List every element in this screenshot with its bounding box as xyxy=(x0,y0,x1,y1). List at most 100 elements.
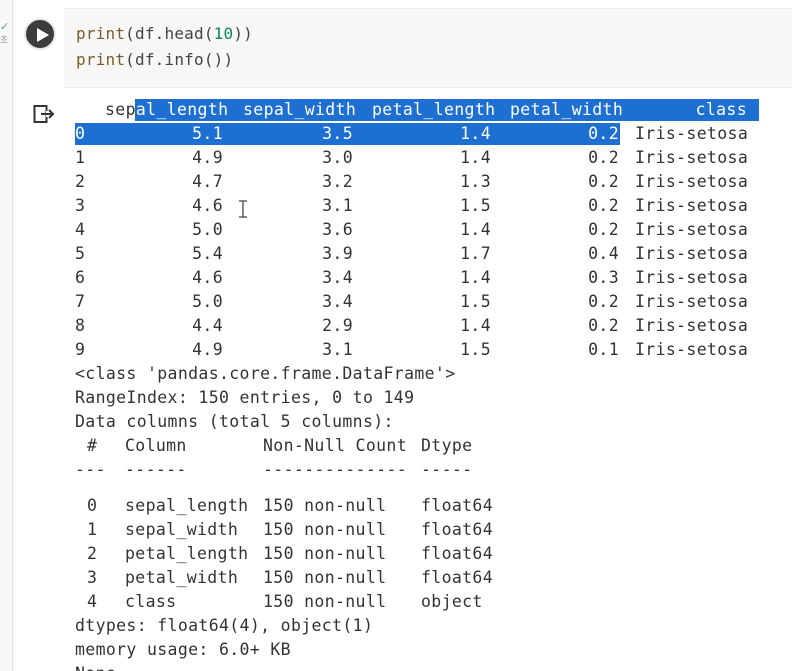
info-col-number: 0 xyxy=(87,496,98,515)
cell-sepal-width: 3.1 xyxy=(322,196,353,215)
info-col-count: 150 non-null xyxy=(263,496,387,515)
info-col-count: 150 non-null xyxy=(263,568,387,587)
cell-petal-width: 0.2 xyxy=(588,172,619,191)
info-table-row: 3 petal_width 150 non-null float64 xyxy=(75,566,493,590)
info-header-count: Non-Null Count xyxy=(263,436,407,455)
info-col-dtype: float64 xyxy=(421,544,493,563)
row-index: 2 xyxy=(75,172,86,191)
row-index: 9 xyxy=(75,340,86,359)
table-row: 6 4.6 3.4 1.4 0.3 Iris-setosa xyxy=(75,266,748,290)
row-index: 1 xyxy=(75,148,86,167)
header-petal-length: petal_length xyxy=(372,100,496,119)
code-editor[interactable] xyxy=(64,8,792,88)
cell-sepal-length: 5.0 xyxy=(192,292,223,311)
cell-class: Iris-setosa xyxy=(635,292,749,311)
info-col-name: sepal_length xyxy=(125,496,249,515)
info-col-count: 150 non-null xyxy=(263,544,387,563)
output-arrow-icon[interactable] xyxy=(33,104,55,124)
info-rule-column: ------ xyxy=(125,460,187,479)
row-index: 6 xyxy=(75,268,86,287)
cell-sepal-length: 5.4 xyxy=(192,244,223,263)
cell-sepal-width: 3.9 xyxy=(322,244,353,263)
run-cell-button[interactable] xyxy=(24,18,56,50)
cell-class: Iris-setosa xyxy=(635,316,749,335)
cell-petal-length: 1.5 xyxy=(460,292,491,311)
info-table-row: 4 class 150 non-null object xyxy=(75,590,482,614)
code-line[interactable]: print(df.head(10)) xyxy=(76,24,253,44)
cell-class: Iris-setosa xyxy=(635,244,749,263)
cell-sepal-width: 3.6 xyxy=(322,220,353,239)
code-line[interactable]: print(df.info()) xyxy=(76,50,233,70)
info-col-dtype: float64 xyxy=(421,568,493,587)
info-header-number: # xyxy=(87,436,98,455)
cell-sepal-length: 4.6 xyxy=(192,196,223,215)
cell-petal-length: 1.4 xyxy=(460,316,491,335)
row-index: 7 xyxy=(75,292,86,311)
info-table-header: # Column Non-Null Count Dtype xyxy=(75,434,472,458)
code-args: (df.head( xyxy=(125,24,214,43)
cell-class: Iris-setosa xyxy=(635,340,749,359)
cell-sepal-width: 2.9 xyxy=(322,316,353,335)
row-index: 3 xyxy=(75,196,86,215)
cell-sepal-length: 4.9 xyxy=(192,340,223,359)
cell-sepal-length: 4.7 xyxy=(192,172,223,191)
execution-time-label: 초 xyxy=(0,36,9,46)
code-number: 10 xyxy=(213,24,234,43)
cell-petal-width: 0.3 xyxy=(588,268,619,287)
cell-sepal-width: 3.0 xyxy=(322,148,353,167)
header-class: class xyxy=(695,100,747,119)
cell-petal-length: 1.4 xyxy=(460,148,491,167)
cell-sepal-width: 3.5 xyxy=(322,124,353,143)
cell-sepal-width: 3.4 xyxy=(322,292,353,311)
info-col-number: 1 xyxy=(87,520,98,539)
info-col-number: 3 xyxy=(87,568,98,587)
row-index: 0 xyxy=(75,124,86,143)
code-args: (df.info()) xyxy=(125,50,234,69)
info-col-name: petal_width xyxy=(125,568,239,587)
info-rule-count: -------------- xyxy=(263,460,407,479)
header-sepal-width: sepal_width xyxy=(243,100,357,119)
info-col-name: sepal_width xyxy=(125,520,239,539)
info-col-dtype: object xyxy=(421,592,483,611)
info-header-dtype: Dtype xyxy=(421,436,473,455)
table-row: 2 4.7 3.2 1.3 0.2 Iris-setosa xyxy=(75,170,748,194)
cell-sepal-length: 4.9 xyxy=(192,148,223,167)
cell-petal-length: 1.5 xyxy=(460,196,491,215)
cell-petal-width: 0.2 xyxy=(588,124,619,143)
notebook-cell: ✓ 초 print(df.head(10)) print(df.info()) … xyxy=(0,0,792,671)
cell-sepal-length: 5.1 xyxy=(192,124,223,143)
header-selected-part: al_length xyxy=(135,100,229,119)
cell-gutter xyxy=(0,0,12,671)
info-rule-number: --- xyxy=(75,460,106,479)
table-row: 0 5.1 3.5 1.4 0.2 Iris-setosa xyxy=(75,122,748,146)
play-icon xyxy=(37,28,49,42)
info-table-rule: --- ------ -------------- ----- xyxy=(75,458,472,482)
cell-class: Iris-setosa xyxy=(635,220,749,239)
code-function: print xyxy=(76,24,126,43)
cell-petal-length: 1.4 xyxy=(460,220,491,239)
info-col-name: class xyxy=(125,592,177,611)
cell-sepal-width: 3.2 xyxy=(322,172,353,191)
header-petal-width: petal_width xyxy=(510,100,624,119)
text-cursor-icon xyxy=(239,200,247,218)
info-col-count: 150 non-null xyxy=(263,520,387,539)
execution-status: ✓ 초 xyxy=(0,20,10,54)
cell-sepal-length: 4.6 xyxy=(192,268,223,287)
table-row: 5 5.4 3.9 1.7 0.4 Iris-setosa xyxy=(75,242,748,266)
info-col-number: 2 xyxy=(87,544,98,563)
cell-petal-width: 0.1 xyxy=(588,340,619,359)
table-row: 1 4.9 3.0 1.4 0.2 Iris-setosa xyxy=(75,146,748,170)
table-row: 8 4.4 2.9 1.4 0.2 Iris-setosa xyxy=(75,314,748,338)
info-col-dtype: float64 xyxy=(421,496,493,515)
info-header-column: Column xyxy=(125,436,187,455)
cell-class: Iris-setosa xyxy=(635,148,749,167)
row-index: 4 xyxy=(75,220,86,239)
header-unselected-part: sep xyxy=(105,100,136,119)
cell-sepal-length: 4.4 xyxy=(192,316,223,335)
info-col-dtype: float64 xyxy=(421,520,493,539)
cell-petal-width: 0.2 xyxy=(588,316,619,335)
cell-class: Iris-setosa xyxy=(635,268,749,287)
table-row: 4 5.0 3.6 1.4 0.2 Iris-setosa xyxy=(75,218,748,242)
info-table-row: 0 sepal_length 150 non-null float64 xyxy=(75,494,493,518)
cell-petal-length: 1.3 xyxy=(460,172,491,191)
